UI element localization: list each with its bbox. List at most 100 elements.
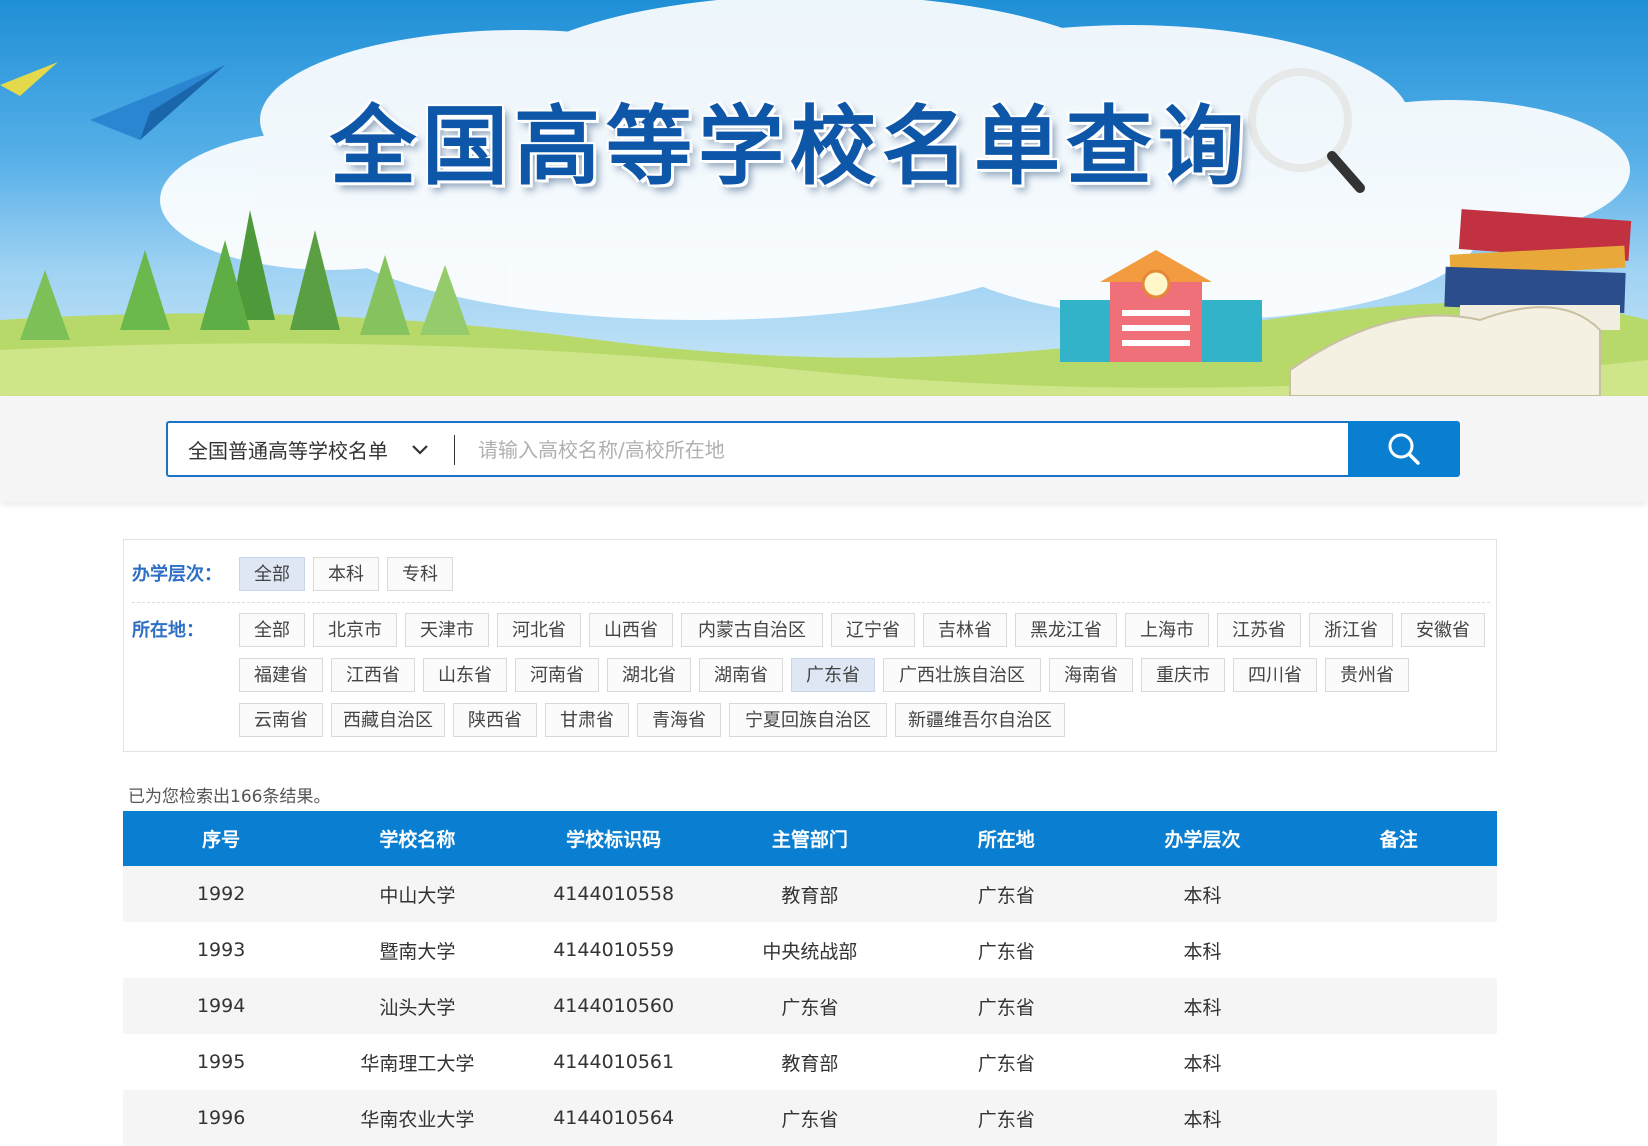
cell-level: 本科: [1183, 1108, 1222, 1131]
header-cell: 学校标识码: [566, 829, 662, 851]
location-filter-label: 所在地：: [132, 620, 204, 641]
cell-school-name: 中山大学: [379, 884, 456, 907]
cell-school-code: 4144010559: [553, 939, 675, 961]
cell-school-name: 汕头大学: [379, 996, 456, 1019]
header-cell: 序号: [202, 829, 241, 851]
cell-serial: 1996: [196, 1107, 246, 1129]
search-band: 全国普通高等学校名单: [0, 396, 1648, 502]
header-cell: 备注: [1379, 829, 1418, 851]
cell-level: 本科: [1183, 884, 1222, 907]
level-tag-undergraduate[interactable]: 本科: [313, 557, 379, 591]
location-tag[interactable]: 河南省: [515, 658, 599, 692]
cell-location: 广东省: [977, 884, 1035, 907]
location-tag[interactable]: 海南省: [1049, 658, 1133, 692]
cell-serial: 1993: [196, 939, 246, 961]
cell-school-name: 华南农业大学: [360, 1108, 475, 1131]
table-row: 1994 汕头大学 4144010560 广东省 广东省 本科: [123, 978, 1497, 1034]
cell-school-code: 4144010558: [553, 883, 675, 905]
cell-level: 本科: [1183, 1052, 1222, 1075]
table-row: 1992 中山大学 4144010558 教育部 广东省 本科: [123, 866, 1497, 922]
location-tag[interactable]: 江西省: [331, 658, 415, 692]
results-table: 序号 学校名称 学校标识码 主管部门 所在地 办学层次 备注 1992 中山大学…: [123, 811, 1497, 1146]
search-input[interactable]: [468, 423, 1310, 477]
cell-school-code: 4144010561: [553, 1051, 675, 1073]
location-tag[interactable]: 山东省: [423, 658, 507, 692]
location-tag[interactable]: 湖北省: [607, 658, 691, 692]
location-tag[interactable]: 浙江省: [1309, 613, 1393, 647]
header-cell: 办学层次: [1164, 829, 1241, 851]
cell-school-name: 暨南大学: [379, 940, 456, 963]
location-tag[interactable]: 山西省: [589, 613, 673, 647]
location-tag[interactable]: 吉林省: [923, 613, 1007, 647]
cell-location: 广东省: [977, 1108, 1035, 1131]
location-tag[interactable]: 北京市: [313, 613, 397, 647]
location-tag[interactable]: 安徽省: [1401, 613, 1485, 647]
cell-remarks: [1301, 978, 1497, 1034]
cell-serial: 1994: [196, 995, 246, 1017]
cell-remarks: [1301, 922, 1497, 978]
location-tag[interactable]: 辽宁省: [831, 613, 915, 647]
search-icon: [1388, 433, 1420, 465]
cell-department: 教育部: [781, 1052, 839, 1075]
cell-school-name: 华南理工大学: [360, 1052, 475, 1075]
location-tag[interactable]: 新疆维吾尔自治区: [895, 703, 1065, 737]
cell-remarks: [1301, 866, 1497, 922]
catalog-select[interactable]: 全国普通高等学校名单: [168, 423, 454, 475]
location-tag[interactable]: 重庆市: [1141, 658, 1225, 692]
cell-location: 广东省: [977, 1052, 1035, 1075]
table-row: 1996 华南农业大学 4144010564 广东省 广东省 本科: [123, 1090, 1497, 1146]
header-cell: 所在地: [977, 829, 1035, 851]
location-tag[interactable]: 河北省: [497, 613, 581, 647]
location-tag[interactable]: 全部: [239, 613, 305, 647]
cell-serial: 1995: [196, 1051, 246, 1073]
catalog-select-label: 全国普通高等学校名单: [188, 438, 388, 463]
location-tag[interactable]: 福建省: [239, 658, 323, 692]
page-title: 全国高等学校名单查询: [330, 97, 1250, 197]
table-body: 1992 中山大学 4144010558 教育部 广东省 本科 1993 暨南大…: [123, 866, 1497, 1146]
cell-school-code: 4144010560: [553, 995, 675, 1017]
location-tag[interactable]: 青海省: [637, 703, 721, 737]
location-tag[interactable]: 上海市: [1125, 613, 1209, 647]
location-tag[interactable]: 四川省: [1233, 658, 1317, 692]
location-tag[interactable]: 江苏省: [1217, 613, 1301, 647]
location-tag[interactable]: 黑龙江省: [1015, 613, 1117, 647]
level-filter-label: 办学层次：: [132, 564, 222, 585]
cell-department: 广东省: [781, 996, 839, 1019]
chevron-down-icon: [412, 445, 428, 455]
location-tag[interactable]: 贵州省: [1325, 658, 1409, 692]
location-tag[interactable]: 内蒙古自治区: [681, 613, 823, 647]
level-tag-all[interactable]: 全部: [239, 557, 305, 591]
cell-serial: 1992: [196, 883, 246, 905]
filter-panel: 办学层次： 全部 本科 专科 所在地： 全部 北京市 天津市 河北省 山西省 内…: [123, 539, 1497, 752]
result-count: 已为您检索出166条结果。: [128, 787, 331, 807]
header-cell: 主管部门: [771, 829, 848, 851]
paper-plane-small: [0, 62, 58, 96]
table-row: 1995 华南理工大学 4144010561 教育部 广东省 本科: [123, 1034, 1497, 1090]
cell-level: 本科: [1183, 940, 1222, 963]
search-button[interactable]: [1348, 421, 1460, 477]
location-tag[interactable]: 云南省: [239, 703, 323, 737]
cell-remarks: [1301, 1090, 1497, 1146]
level-tag-junior-college[interactable]: 专科: [387, 557, 453, 591]
cell-location: 广东省: [977, 940, 1035, 963]
header-cell: 学校名称: [379, 829, 456, 851]
search-divider: [454, 435, 455, 465]
cell-level: 本科: [1183, 996, 1222, 1019]
cell-department: 中央统战部: [762, 940, 858, 963]
location-tag[interactable]: 广西壮族自治区: [883, 658, 1041, 692]
header-banner: 全国高等学校名单查询: [0, 0, 1648, 396]
cell-remarks: [1301, 1034, 1497, 1090]
location-tag[interactable]: 甘肃省: [545, 703, 629, 737]
location-tag[interactable]: 西藏自治区: [331, 703, 445, 737]
location-tag[interactable]: 宁夏回族自治区: [729, 703, 887, 737]
search-bar: 全国普通高等学校名单: [166, 421, 1460, 477]
filter-divider: [132, 602, 1490, 603]
table-header: 序号 学校名称 学校标识码 主管部门 所在地 办学层次 备注: [123, 811, 1497, 866]
cell-location: 广东省: [977, 996, 1035, 1019]
location-tag-selected[interactable]: 广东省: [791, 658, 875, 692]
location-tag[interactable]: 天津市: [405, 613, 489, 647]
paper-plane: [90, 65, 225, 140]
cell-department: 教育部: [781, 884, 839, 907]
location-tag[interactable]: 陕西省: [453, 703, 537, 737]
location-tag[interactable]: 湖南省: [699, 658, 783, 692]
